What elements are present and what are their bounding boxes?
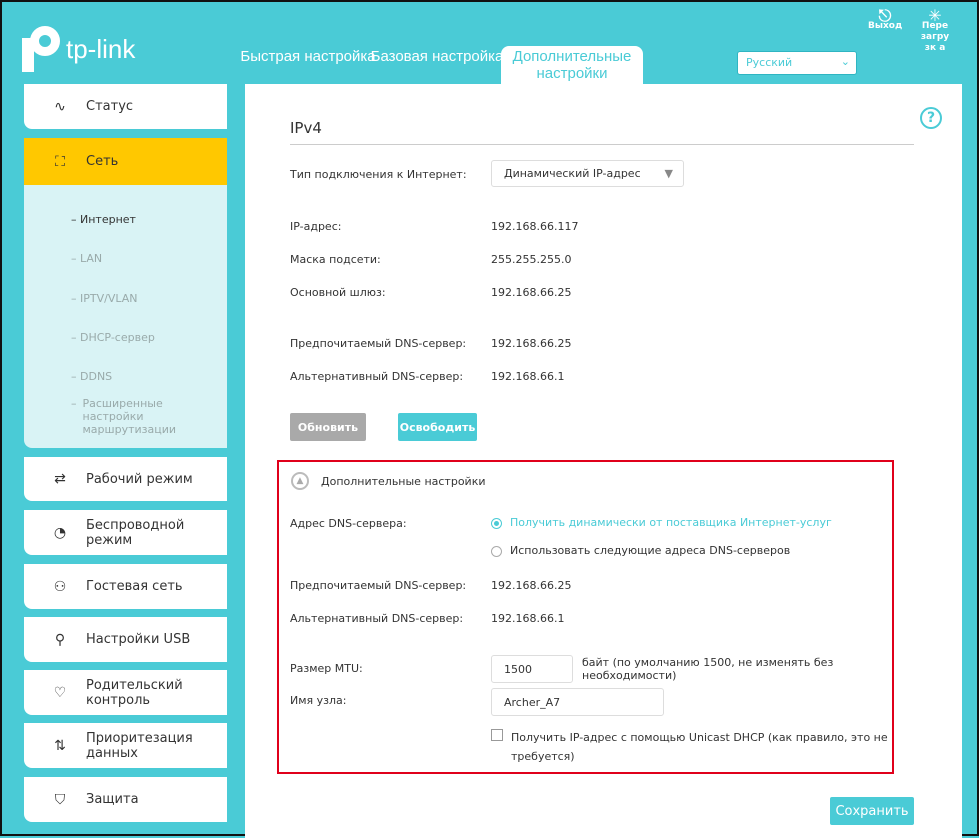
mtu-input[interactable]: 1500 [491,655,573,683]
gateway-value: 192.168.66.25 [491,286,572,299]
usb-icon: ⚲ [54,631,66,648]
adv-dns2-value: 192.168.66.1 [491,612,565,625]
users-icon: ⚇ [53,578,67,595]
conn-type-select[interactable]: Динамический IP-адрес ▼ [491,160,684,187]
logout-button[interactable]: ⎋ Выход [868,6,902,32]
tab-basic[interactable]: Базовая настройка [367,46,507,84]
arrows-updown-icon: ⇅ [54,737,66,754]
advanced-toggle[interactable]: Дополнительные настройки [321,475,486,488]
chevron-down-icon: ⌄ [840,55,850,68]
sub-routing[interactable]: – Расширенные настройки маршрутизации [71,397,181,436]
sub-iptv[interactable]: – IPTV/VLAN [71,292,138,305]
conn-type-label: Тип подключения к Интернет: [290,168,467,181]
adv-dns1-value: 192.168.66.25 [491,579,572,592]
release-button[interactable]: Освободить [398,413,477,441]
tab-quick-setup[interactable]: Быстрая настройка [238,46,378,84]
unicast-label: Получить IP-адрес с помощью Unicast DHCP… [511,731,888,763]
mtu-hint: байт (по умолчанию 1500, не изменять без… [582,656,834,682]
sub-dhcp[interactable]: – DHCP-сервер [71,331,155,344]
sidebar-item-network[interactable]: ⛶ Сеть [24,138,227,185]
radio-dns-manual[interactable]: Использовать следующие адреса DNS-сервер… [491,544,790,557]
reboot-icon: ✳ [928,6,942,25]
renew-button[interactable]: Обновить [290,413,366,441]
divider [290,144,914,145]
hostname-input[interactable]: Archer_A7 [491,688,664,716]
help-icon[interactable]: ? [920,107,942,129]
sidebar-item-usb[interactable]: ⚲ Настройки USB [24,617,227,662]
ip-value: 192.168.66.117 [491,220,579,233]
mtu-label: Размер MTU: [290,662,363,675]
sidebar-item-mode[interactable]: ⇄ Рабочий режим [24,457,227,501]
page-title: IPv4 [290,119,322,137]
sidebar-item-qos[interactable]: ⇅ Приоритезация данных [24,723,227,768]
gateway-label: Основной шлюз: [290,286,386,299]
sidebar-item-guest[interactable]: ⚇ Гостевая сеть [24,564,227,609]
swap-icon: ⇄ [54,471,66,487]
heart-icon: ♡ [53,684,67,701]
dns-mode-label: Адрес DNS-сервера: [290,517,407,530]
save-button[interactable]: Сохранить [830,797,914,825]
pulse-icon: ∿ [54,98,66,115]
dns1-value: 192.168.66.25 [491,337,572,350]
ip-label: IP-адрес: [290,220,342,233]
shield-icon: ⛉ [54,791,66,808]
tp-link-logo: tp-link [22,26,135,72]
network-icon: ⛶ [55,153,65,170]
sub-lan[interactable]: – LAN [71,252,102,265]
wifi-icon: ◔ [53,524,67,541]
dns2-label: Альтернативный DNS-сервер: [290,370,464,383]
unicast-checkbox[interactable] [491,729,503,741]
reboot-button[interactable]: ✳ Пере загрузк а [918,6,952,54]
hostname-label: Имя узла: [290,694,347,707]
mask-value: 255.255.255.0 [491,253,572,266]
dns2-value: 192.168.66.1 [491,370,565,383]
language-select[interactable]: Русский ⌄ [737,51,857,75]
adv-dns2-label: Альтернативный DNS-сервер: [290,612,464,625]
collapse-icon[interactable]: ▲ [291,472,309,490]
logout-icon: ⎋ [878,6,892,25]
mask-label: Маска подсети: [290,253,381,266]
tab-advanced[interactable]: Дополнительные настройки [501,46,643,84]
adv-dns1-label: Предпочитаемый DNS-сервер: [290,579,467,592]
caret-down-icon: ▼ [664,167,673,180]
dns1-label: Предпочитаемый DNS-сервер: [290,337,467,350]
sidebar-item-parental[interactable]: ♡ Родительский контроль [24,670,227,715]
radio-dns-auto[interactable]: Получить динамически от поставщика Интер… [491,516,832,529]
sidebar-item-status[interactable]: ∿ Статус [24,84,227,129]
sidebar-item-security[interactable]: ⛉ Защита [24,777,227,822]
sub-internet[interactable]: – Интернет [71,213,136,226]
sidebar-item-wireless[interactable]: ◔ Беспроводной режим [24,510,227,555]
sub-ddns[interactable]: – DDNS [71,370,112,383]
network-submenu: – Интернет – LAN – IPTV/VLAN – DHCP-серв… [24,185,227,448]
